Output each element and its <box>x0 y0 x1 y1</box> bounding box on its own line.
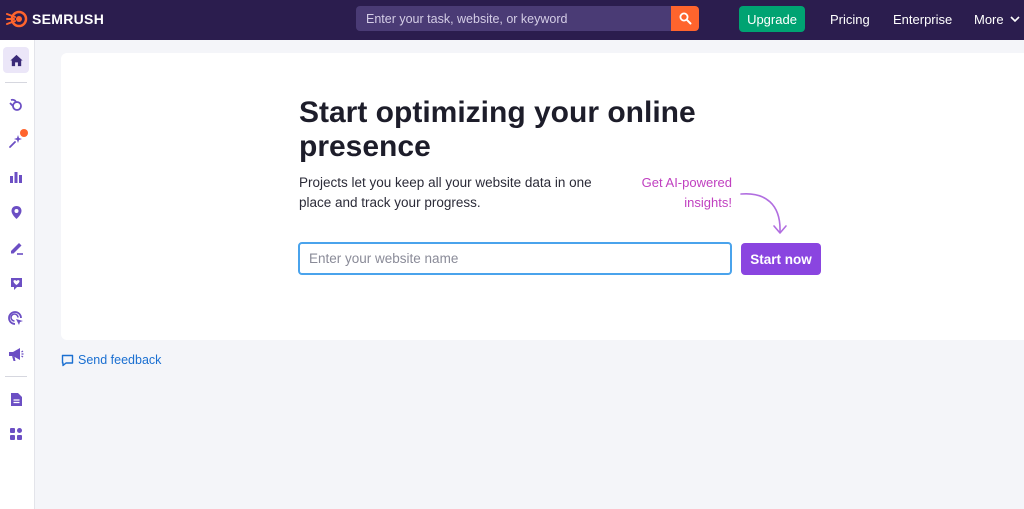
website-name-input[interactable] <box>300 244 730 273</box>
search-input[interactable] <box>356 6 672 31</box>
sidebar-item-home[interactable] <box>3 47 29 73</box>
pricing-link[interactable]: Pricing <box>830 12 870 27</box>
top-bar: SEMRUSH Upgrade Pricing Enterprise More <box>0 0 1024 40</box>
heart-chat-icon <box>10 277 22 290</box>
megaphone-icon <box>9 347 24 361</box>
sidebar-item-apps[interactable] <box>3 421 29 447</box>
seo-icon <box>9 98 22 111</box>
page-description: Projects let you keep all your website d… <box>299 175 592 210</box>
search-box[interactable] <box>356 6 672 31</box>
sidebar-item-advertising[interactable] <box>3 306 29 332</box>
sidebar-item-content[interactable] <box>3 234 29 260</box>
chevron-down-icon <box>1010 16 1020 23</box>
notification-badge <box>20 129 28 137</box>
sidebar-item-reports[interactable] <box>3 386 29 412</box>
document-icon <box>10 392 22 406</box>
feedback-chat-icon <box>61 354 74 366</box>
semrush-logo[interactable]: SEMRUSH <box>6 10 104 28</box>
sidebar-divider <box>5 376 27 377</box>
more-label: More <box>974 12 1004 27</box>
send-feedback-label: Send feedback <box>78 353 162 367</box>
send-feedback-link[interactable]: Send feedback <box>61 353 161 367</box>
apps-icon <box>10 428 22 440</box>
sidebar-item-local[interactable] <box>3 199 29 225</box>
sidebar-item-seo[interactable] <box>3 92 29 118</box>
bar-chart-icon <box>10 172 22 183</box>
pen-icon <box>10 242 23 255</box>
search-icon <box>679 12 691 25</box>
curved-arrow-icon <box>740 193 787 234</box>
sidebar-divider <box>5 82 27 83</box>
more-menu[interactable]: More <box>974 12 1020 27</box>
flame-logo-icon <box>6 10 28 28</box>
ai-hint-text: Get AI-powered insights! <box>641 175 732 210</box>
enterprise-link[interactable]: Enterprise <box>893 12 952 27</box>
start-now-button[interactable]: Start now <box>741 243 821 275</box>
sidebar-item-marketing[interactable] <box>3 341 29 367</box>
home-icon <box>9 54 23 66</box>
sidebar-item-ai[interactable] <box>3 128 29 154</box>
logo-text: SEMRUSH <box>32 11 105 27</box>
location-pin-icon <box>11 205 21 219</box>
website-name-field[interactable] <box>298 242 732 275</box>
page-title: Start optimizing your online presence <box>299 96 696 163</box>
sidebar-item-analytics[interactable] <box>3 163 29 189</box>
sidebar-item-social[interactable] <box>3 270 29 296</box>
target-cursor-icon <box>8 311 23 325</box>
search-button[interactable] <box>671 6 699 31</box>
upgrade-button[interactable]: Upgrade <box>739 6 805 32</box>
sidebar <box>0 40 35 509</box>
